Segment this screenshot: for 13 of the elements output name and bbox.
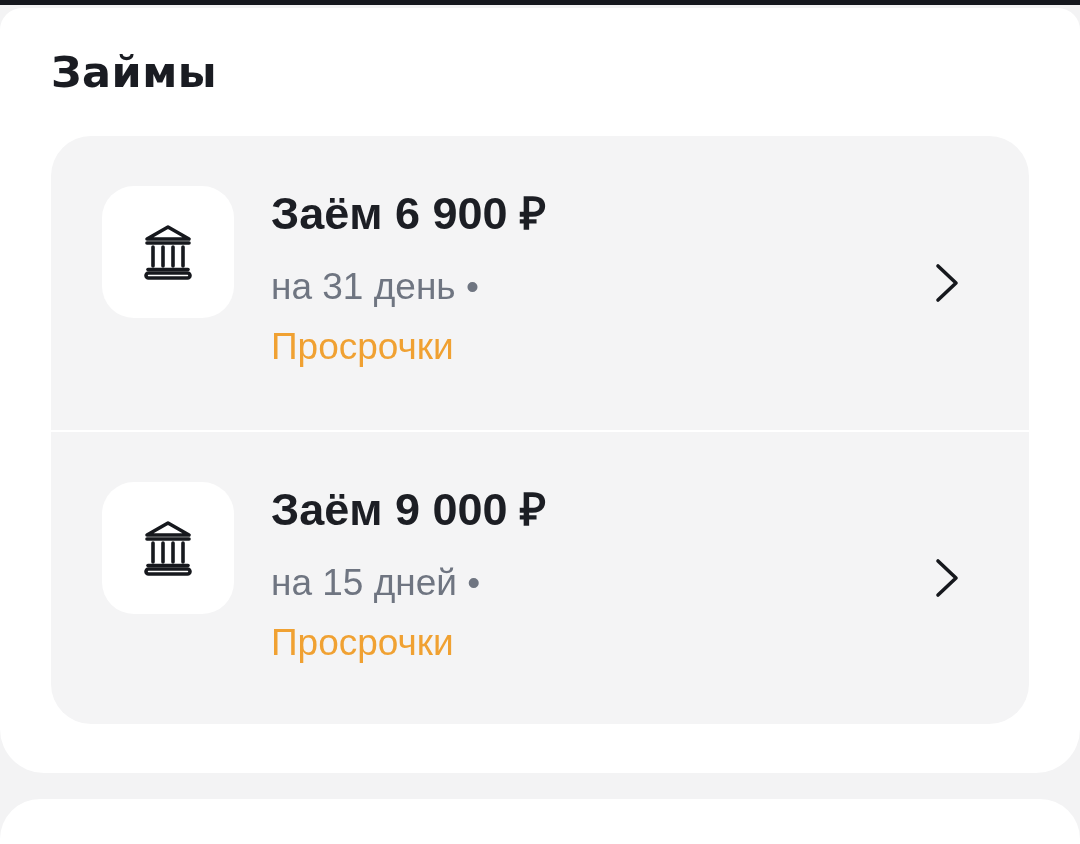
- loan-status: Просрочки: [271, 325, 455, 369]
- loan-row[interactable]: Заём 6 900 ₽ на 31 день • Просрочки: [51, 136, 1029, 430]
- loan-term: на 31 день •: [271, 265, 480, 309]
- chevron-right-icon: [935, 263, 959, 303]
- loan-row[interactable]: Заём 9 000 ₽ на 15 дней • Просрочки: [51, 430, 1029, 724]
- loan-status: Просрочки: [271, 621, 455, 665]
- bank-icon: [102, 482, 234, 614]
- loan-title: Заём 6 900 ₽: [271, 187, 548, 241]
- bank-icon: [102, 186, 234, 318]
- chevron-right-icon: [935, 558, 959, 598]
- section-title: Займы: [51, 46, 219, 99]
- loan-title: Заём 9 000 ₽: [271, 483, 548, 537]
- loan-term: на 15 дней •: [271, 561, 482, 605]
